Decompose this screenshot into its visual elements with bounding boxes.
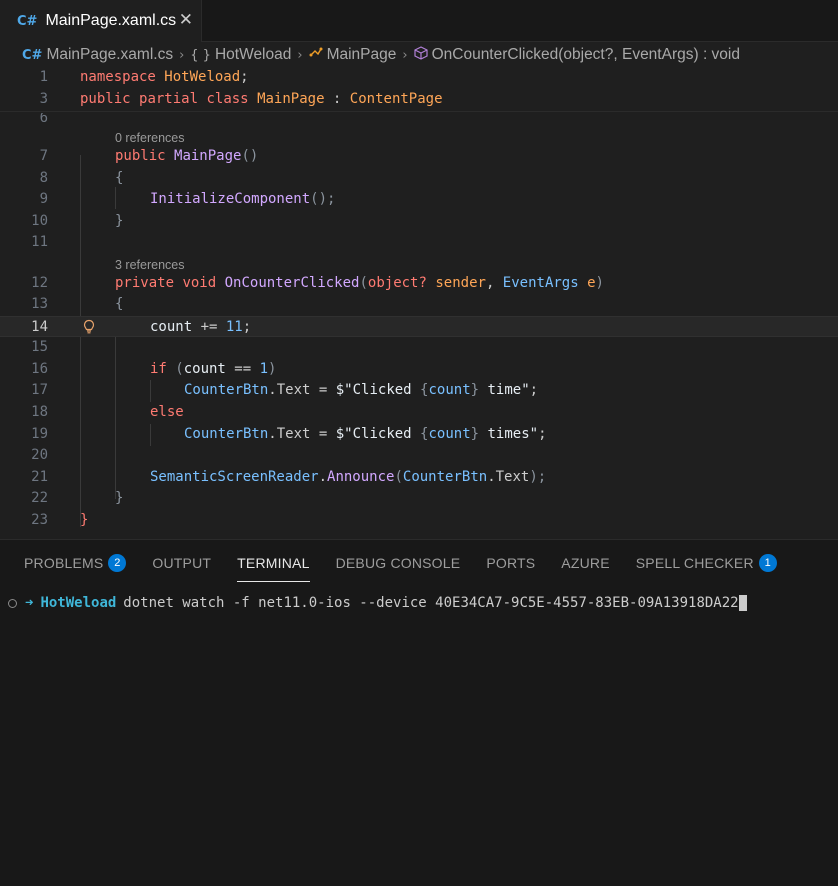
code-line: 16 if (count == 1): [31, 360, 277, 377]
prompt-arrow-icon: ➜: [25, 595, 34, 611]
codelens-references[interactable]: 0 references: [115, 130, 184, 146]
terminal-line[interactable]: ➜ HotWeload dotnet watch -f net11.0-ios …: [8, 595, 747, 611]
code-line: 9 InitializeComponent();: [39, 191, 336, 208]
breadcrumb-class[interactable]: MainPage: [327, 46, 397, 64]
tab-label: MainPage.xaml.cs: [45, 12, 177, 29]
tab-output[interactable]: OUTPUT: [152, 550, 211, 576]
tab-mainpage-xaml-cs[interactable]: C# MainPage.xaml.cs ✕: [0, 0, 202, 42]
csharp-file-icon: C#: [17, 13, 38, 29]
csharp-file-icon: C#: [22, 47, 43, 63]
code-line: 7 public MainPage(): [39, 148, 259, 164]
panel-tabs: PROBLEMS 2 OUTPUT TERMINAL DEBUG CONSOLE …: [24, 550, 803, 582]
code-line: 3 public partial class MainPage : Conten…: [39, 91, 443, 107]
terminal-command: dotnet watch -f net11.0-ios --device 40E…: [123, 595, 739, 611]
code-line-active: 14 count += 11;: [0, 315, 838, 338]
problems-count-badge: 2: [108, 554, 127, 572]
code-line: 11: [31, 234, 48, 251]
code-editor[interactable]: 1 namespace HotWeload; 3 public partial …: [0, 67, 838, 539]
namespace-braces-icon: { }: [190, 47, 211, 63]
close-icon[interactable]: ✕: [179, 10, 193, 30]
chevron-right-icon: ›: [402, 47, 408, 63]
bottom-panel: PROBLEMS 2 OUTPUT TERMINAL DEBUG CONSOLE …: [0, 539, 838, 886]
method-cube-icon: [413, 46, 428, 64]
breadcrumb-method[interactable]: OnCounterClicked(object?, EventArgs) : v…: [432, 46, 740, 64]
breadcrumb-namespace[interactable]: HotWeload: [215, 46, 291, 64]
code-line: 13 {: [31, 296, 124, 312]
codelens-references[interactable]: 3 references: [115, 257, 184, 273]
tab-spell-checker[interactable]: SPELL CHECKER 1: [636, 550, 777, 576]
tab-terminal[interactable]: TERMINAL: [237, 550, 310, 582]
tab-ports[interactable]: PORTS: [486, 550, 535, 576]
code-line: 21 SemanticScreenReader.Announce(Counter…: [31, 468, 547, 485]
editor-tab-bar: C# MainPage.xaml.cs ✕: [0, 0, 838, 42]
code-line: 18 else: [31, 404, 184, 420]
code-line: 19 CounterBtn.Text = $"Clicked {count} t…: [31, 425, 547, 442]
code-line: 1 namespace HotWeload;: [39, 69, 249, 85]
breadcrumb: C# MainPage.xaml.cs › { } HotWeload › Ma…: [0, 43, 838, 67]
tab-debug-console[interactable]: DEBUG CONSOLE: [336, 550, 461, 576]
terminal-cwd: HotWeload: [40, 595, 117, 611]
tab-azure[interactable]: AZURE: [561, 550, 609, 576]
code-line: 12 private void OnCounterClicked(object?…: [31, 274, 604, 291]
code-line: 22 }: [31, 490, 124, 507]
chevron-right-icon: ›: [179, 47, 185, 63]
terminal-cursor: [738, 595, 747, 611]
breadcrumb-file[interactable]: MainPage.xaml.cs: [46, 46, 173, 64]
command-decoration-icon[interactable]: [8, 598, 17, 608]
code-line: 10 }: [31, 212, 124, 229]
tab-problems[interactable]: PROBLEMS 2: [24, 550, 127, 576]
code-line: 15: [31, 339, 48, 356]
chevron-right-icon: ›: [297, 47, 303, 63]
code-line: 20: [31, 447, 48, 464]
spell-checker-count-badge: 1: [758, 554, 777, 572]
sticky-scroll-divider: [0, 111, 838, 112]
code-line: 8 {: [39, 169, 124, 186]
class-icon: [309, 46, 323, 64]
code-line: 17 CounterBtn.Text = $"Clicked {count} t…: [31, 382, 539, 399]
code-line: 23 }: [31, 512, 89, 528]
